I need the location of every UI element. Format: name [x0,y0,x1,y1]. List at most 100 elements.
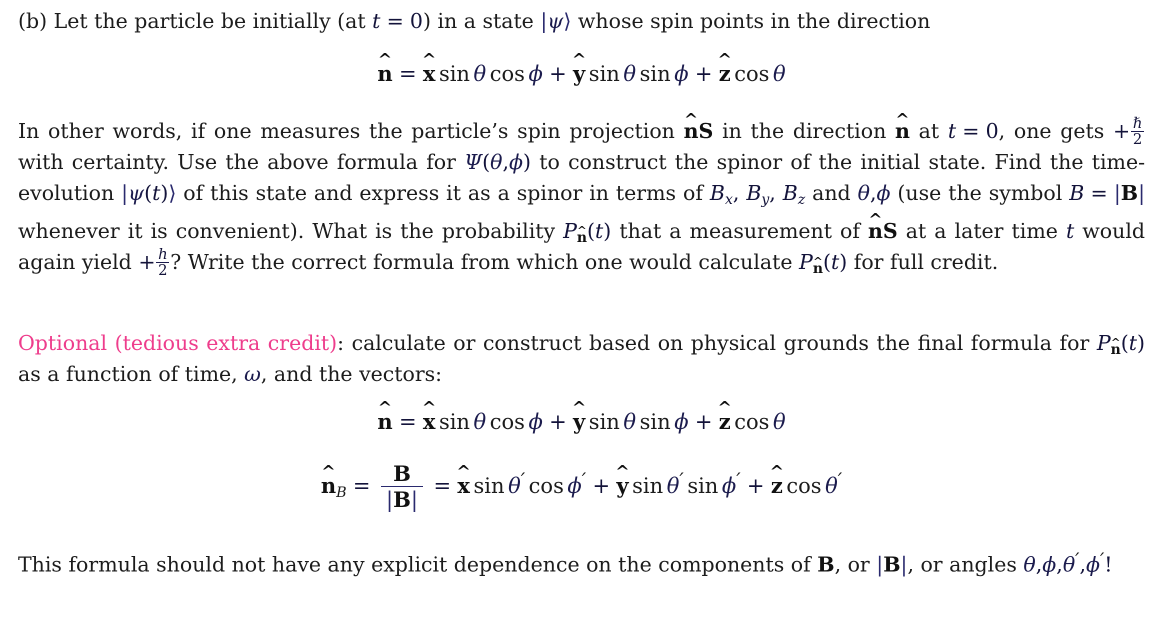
math-var-t-6: t [830,250,840,275]
Bz-symbol: B [782,181,798,206]
theta-prime-3: θ [825,474,838,499]
equals-sign: = [398,62,417,86]
main-text-4: , one gets [998,119,1105,143]
optional-text-2: as a function of time, [18,362,245,386]
main-text-19: ? Write the correct formula from which o… [170,250,793,275]
cos-operator-4: cos [734,410,770,434]
n-hat-vector-2: ^ n [377,398,393,434]
final-text-1: This formula should not have any explici… [18,552,818,577]
theta-symbol-6: θ [772,410,786,434]
theta-prime-final: θ [1062,552,1076,577]
psi-symbol-2: ψ [128,181,145,206]
omega-symbol: ω [244,362,261,386]
hbar-over-two-fraction: ℏ2 [1131,115,1145,149]
cos-operator-6: cos [786,474,822,499]
x-hat-vector-2: ^ x [421,398,437,434]
prime-mark-1: ′ [520,469,526,493]
By-symbol: B [746,181,762,206]
x-hat-vector: ^ x [421,50,437,86]
problem-label: (b) [18,9,48,33]
z-hat-vector-3: ^ z [769,462,785,499]
math-var-t-2: t [947,119,957,143]
theta-arg: θ [490,150,503,175]
math-var-t-7: t [1128,331,1137,355]
phi-prime-1: ϕ [567,474,582,499]
problem-b-text-3: whose spin points in the direction [571,9,931,33]
paragraph-final-note: This formula should not have any explici… [18,545,1145,581]
B-scalar-symbol: B [1069,181,1085,206]
abs-bar-close-1: | [1138,181,1145,206]
sin-operator-1: sin [438,62,470,86]
phi-prime-final: ϕ [1085,552,1100,577]
paren-close-1: ) [523,150,532,175]
n-hat-B-vector: ^ n [320,462,337,499]
z-hat-vector: ^ z [717,50,732,86]
optional-text-1: calculate or construct based on physical… [344,331,1090,355]
main-text-14: that a measurement of [611,219,860,244]
n-hat-operator-3: ^ n [868,208,883,244]
spin-operator-S-1: S [698,119,714,143]
sin-operator-8: sin [632,474,664,499]
paragraph-optional-extra-credit: Optional (tedious extra credit): calcula… [18,328,1145,390]
math-psi: ψ [547,9,564,33]
main-text-1: In other words, if one measures the part… [18,119,684,143]
capital-psi-symbol: Ψ [464,150,483,175]
main-text-9: of this state and express it as a spinor… [176,181,710,206]
main-text-10: and [805,181,858,206]
main-text-6: with certainty. Use the above formula fo… [18,150,465,175]
B-vector-bold-2: B [817,552,835,577]
theta-symbol-inline: θ [857,181,870,206]
optional-text-3: , and the vectors: [260,362,443,386]
cos-operator-3: cos [489,410,525,434]
Bx-subscript: x [724,192,733,209]
plus-sign-1: + [549,62,567,86]
final-text-3: , or angles [907,552,1017,577]
theta-symbol-3: θ [772,62,786,86]
paren-open-4: ( [822,250,831,275]
abs-bar-open-1: | [1113,181,1121,206]
main-text-13: whenever it is convenient). What is the … [18,219,564,244]
theta-symbol-5: θ [623,410,637,434]
plus-sign-5: + [592,474,611,499]
P-probability-symbol-1: P [563,219,577,244]
main-text-16: at a later time [897,219,1066,244]
sin-operator-3: sin [639,62,671,86]
main-text-2: in the direction [713,119,896,143]
equals-sign-4: = [398,410,417,434]
paren-open-3: ( [587,219,596,244]
paren-open-2: ( [144,181,153,206]
y-hat-vector-2: ^ y [571,398,587,434]
theta-prime-1: θ [508,474,521,499]
theta-symbol-4: θ [473,410,487,434]
display-equation-n-hat-first: ^ n = ^ x sin θ cos ϕ + ^ y sin θ sin ϕ + ^ z cos θ [18,50,1145,87]
sin-operator-6: sin [639,410,671,434]
theta-symbol-2: θ [623,62,637,86]
y-hat-vector: ^ y [571,50,587,86]
cos-operator-2: cos [734,62,770,86]
P-probability-symbol-2: P [799,250,813,275]
paragraph-main-problem: In other words, if one measures the part… [18,108,1146,280]
ket-open-bar-2: | [121,181,129,206]
phi-final: ϕ [1042,552,1057,577]
phi-symbol-1: ϕ [528,62,543,86]
math-zero: 0 [409,9,423,33]
math-var-t-5: t [1065,219,1075,244]
Bx-symbol: B [709,181,725,206]
paren-close-5: ) [1137,331,1145,355]
problem-b-text-1: Let the particle be initially (at [53,9,373,33]
equals-sign-5: = [352,474,371,499]
prime-mark-2: ′ [581,469,587,493]
B-vector-bold-1: B [1120,181,1139,206]
optional-label: Optional (tedious extra credit) [18,331,338,355]
paren-open-5: ( [1120,331,1129,355]
prime-mark-3: ′ [679,469,684,493]
B-vector-bold-3: B [883,552,901,577]
sin-operator-4: sin [438,410,470,434]
x-hat-vector-3: ^ x [456,462,471,499]
math-var-t: t [372,9,381,33]
phi-arg: ϕ [509,150,524,175]
n-hat-operator-1: ^ n [683,108,699,143]
y-hat-vector-3: ^ y [615,462,630,499]
theta-prime-2: θ [666,474,680,499]
prime-mark-4: ′ [736,469,741,493]
